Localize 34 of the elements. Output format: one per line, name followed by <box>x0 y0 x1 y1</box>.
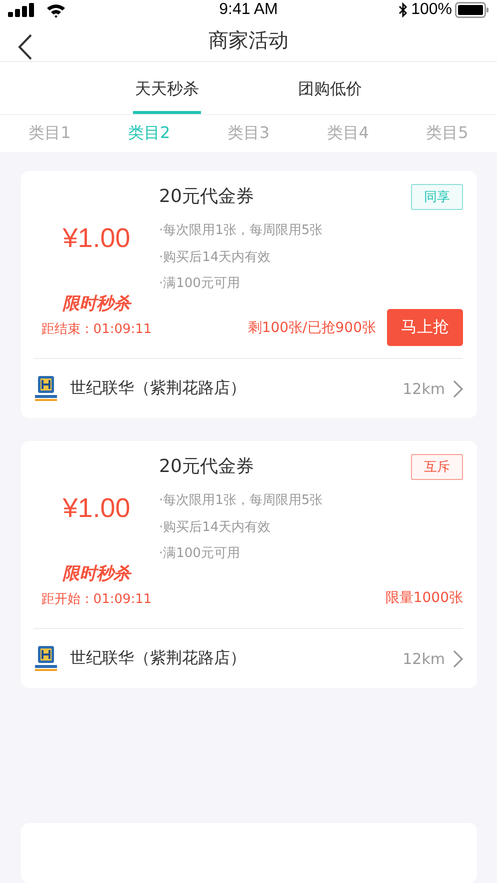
buy-button[interactable]: 马上抢 <box>387 309 463 346</box>
coupon-title: 20元代金券 <box>159 185 254 208</box>
category-tab[interactable]: 类目4 <box>326 122 369 144</box>
tag: 同享 <box>411 184 463 210</box>
coupon-title: 20元代金券 <box>159 455 254 478</box>
rule-text: ·满100元可用 <box>159 545 241 563</box>
flash-sale-label: 限时秒杀 <box>62 563 130 585</box>
price: ¥1.00 <box>62 493 130 524</box>
stock-text: 限量1000张 <box>385 588 463 606</box>
page-title: 商家活动 <box>208 26 288 54</box>
category-tab[interactable]: 类目1 <box>28 122 71 144</box>
distance: 12km <box>402 650 445 668</box>
category-tab[interactable]: 类目3 <box>227 122 270 144</box>
rule-text: ·满100元可用 <box>159 275 241 293</box>
rule-text: ·购买后14天内有效 <box>159 248 272 266</box>
rule-text: ·每次限用1张，每周限用5张 <box>159 492 324 510</box>
store-name: 世纪联华（紫荆花路店） <box>70 378 247 399</box>
store-row[interactable]: 世纪联华（紫荆花路店） 12km <box>34 629 463 688</box>
category-tab[interactable]: 类目2 <box>128 122 170 144</box>
store-name: 世纪联华（紫荆花路店） <box>70 648 247 669</box>
battery-percent: 100% <box>411 1 452 20</box>
rule-text: ·购买后14天内有效 <box>159 518 272 536</box>
category-tab[interactable]: 类目5 <box>426 122 468 144</box>
stock-text: 剩100张/已抢900张 <box>248 318 376 336</box>
countdown: 距开始：01:09:11 <box>41 591 152 608</box>
distance: 12km <box>402 380 445 398</box>
flash-sale-label: 限时秒杀 <box>62 293 130 315</box>
status-time: 9:41 AM <box>219 1 278 20</box>
price: ¥1.00 <box>62 223 130 254</box>
rule-text: ·每次限用1张，每周限用5张 <box>159 222 324 240</box>
tag: 互斥 <box>411 454 463 480</box>
store-row[interactable]: 世纪联华（紫荆花路店） 12km <box>34 359 463 418</box>
tab[interactable]: 团购低价 <box>296 62 364 114</box>
countdown: 距结束：01:09:11 <box>41 321 152 338</box>
